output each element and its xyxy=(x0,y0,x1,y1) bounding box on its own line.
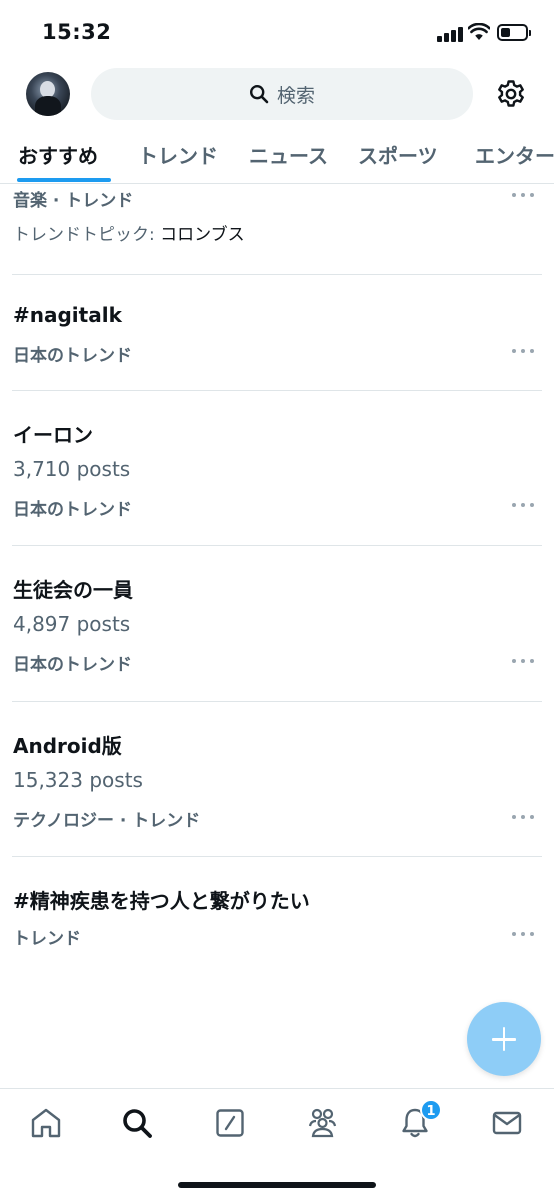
trend-item[interactable]: イーロン 3,710 posts 日本のトレンド xyxy=(12,391,542,545)
more-options-icon[interactable] xyxy=(512,659,534,665)
battery-icon xyxy=(497,24,531,41)
more-options-icon[interactable] xyxy=(512,349,534,355)
search-placeholder: 検索 xyxy=(276,84,315,107)
avatar[interactable] xyxy=(26,72,70,116)
trend-name: イーロン xyxy=(13,423,93,447)
more-options-icon[interactable] xyxy=(512,503,534,509)
trend-context: 音楽 · トレンド xyxy=(13,191,134,211)
more-options-icon[interactable] xyxy=(512,815,534,821)
trend-item[interactable]: 生徒会の一員 4,897 posts 日本のトレンド xyxy=(12,546,542,701)
communities-icon xyxy=(308,1108,337,1138)
trend-posts: 3,710 posts xyxy=(13,457,131,481)
gear-icon[interactable] xyxy=(495,78,527,110)
tab-recommended[interactable]: おすすめ xyxy=(18,140,98,169)
home-indicator xyxy=(178,1182,376,1188)
search-icon xyxy=(123,1109,152,1138)
nav-messages[interactable] xyxy=(489,1105,525,1141)
search-input[interactable]: 検索 xyxy=(91,68,473,120)
trend-context: テクノロジー · トレンド xyxy=(13,811,201,831)
notification-badge: 1 xyxy=(420,1099,442,1121)
nav-home[interactable] xyxy=(28,1105,64,1141)
more-options-icon[interactable] xyxy=(512,932,534,938)
trend-item[interactable]: 音楽 · トレンド トレンドトピック: コロンブス xyxy=(12,184,542,274)
trend-name: 生徒会の一員 xyxy=(13,578,133,602)
messages-icon xyxy=(492,1111,522,1135)
trend-name: #nagitalk xyxy=(13,303,122,327)
compose-post-button[interactable] xyxy=(467,1002,541,1076)
wifi-icon xyxy=(468,23,490,40)
tab-entertainment[interactable]: エンター xyxy=(475,140,554,169)
grok-icon xyxy=(216,1109,244,1137)
home-icon xyxy=(31,1108,61,1138)
trend-context: 日本のトレンド xyxy=(13,655,132,675)
trend-name: Android版 xyxy=(13,734,122,758)
status-time: 15:32 xyxy=(42,20,112,44)
trend-item[interactable]: #精神疾患を持つ人と繋がりたい トレンド xyxy=(12,857,542,967)
nav-explore[interactable] xyxy=(119,1105,155,1141)
nav-grok[interactable] xyxy=(212,1105,248,1141)
trend-name: #精神疾患を持つ人と繋がりたい xyxy=(13,889,310,913)
tab-trending[interactable]: トレンド xyxy=(138,140,218,169)
trend-topic-label: トレンドトピック: xyxy=(13,225,155,245)
trend-context: 日本のトレンド xyxy=(13,500,132,520)
cellular-signal-icon xyxy=(437,26,463,42)
explore-tabs: おすすめ トレンド ニュース スポーツ エンター xyxy=(0,122,554,184)
trend-posts: 4,897 posts xyxy=(13,612,131,636)
trend-context: トレンド xyxy=(13,929,81,949)
trend-item[interactable]: #nagitalk 日本のトレンド xyxy=(12,275,542,390)
trend-posts: 15,323 posts xyxy=(13,768,143,792)
more-options-icon[interactable] xyxy=(512,193,534,199)
status-bar: 15:32 xyxy=(0,0,554,64)
search-icon xyxy=(249,84,269,104)
nav-communities[interactable] xyxy=(304,1105,340,1141)
trend-topic-value: コロンブス xyxy=(160,225,245,245)
tab-sports[interactable]: スポーツ xyxy=(358,140,438,169)
trend-context: 日本のトレンド xyxy=(13,346,132,366)
tab-news[interactable]: ニュース xyxy=(249,140,328,169)
trend-item[interactable]: Android版 15,323 posts テクノロジー · トレンド xyxy=(12,702,542,856)
active-tab-indicator xyxy=(17,178,111,182)
trend-topic: トレンドトピック: コロンブス xyxy=(13,220,245,245)
